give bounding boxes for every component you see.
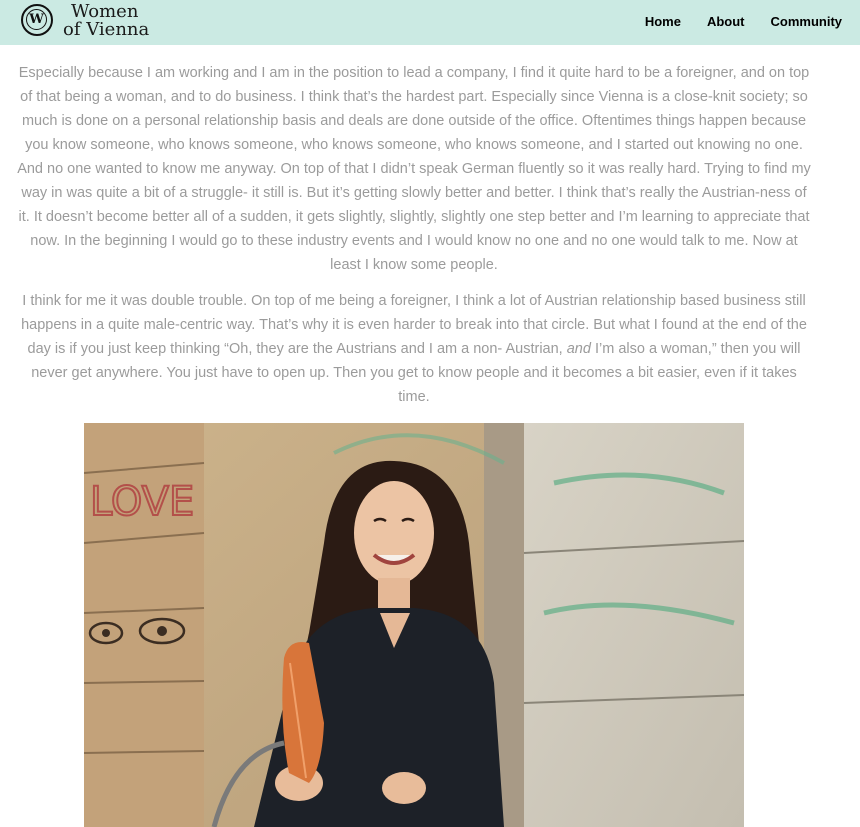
logo-icon[interactable]: W (21, 4, 53, 36)
portrait-photo: LOVE (84, 423, 744, 827)
brand-line-2: of Vienna (63, 19, 150, 40)
brand-name[interactable]: Women of Vienna (63, 3, 149, 39)
logo-letter: W (26, 9, 47, 30)
main-nav: Home About Community (645, 14, 842, 29)
nav-community-link[interactable]: Community (771, 14, 843, 29)
site-header: W Women of Vienna Home About Community (0, 0, 860, 45)
nav-about-link[interactable]: About (707, 14, 745, 29)
article-paragraph-2: I think for me it was double trouble. On… (14, 289, 814, 409)
wall-graffiti-text: LOVE (90, 479, 194, 525)
article-body: Especially because I am working and I am… (14, 61, 814, 421)
paragraph-2-emphasis: and (566, 341, 591, 357)
nav-home-link[interactable]: Home (645, 14, 681, 29)
article-paragraph-1: Especially because I am working and I am… (17, 65, 811, 273)
portrait-illustration: LOVE (84, 423, 744, 827)
